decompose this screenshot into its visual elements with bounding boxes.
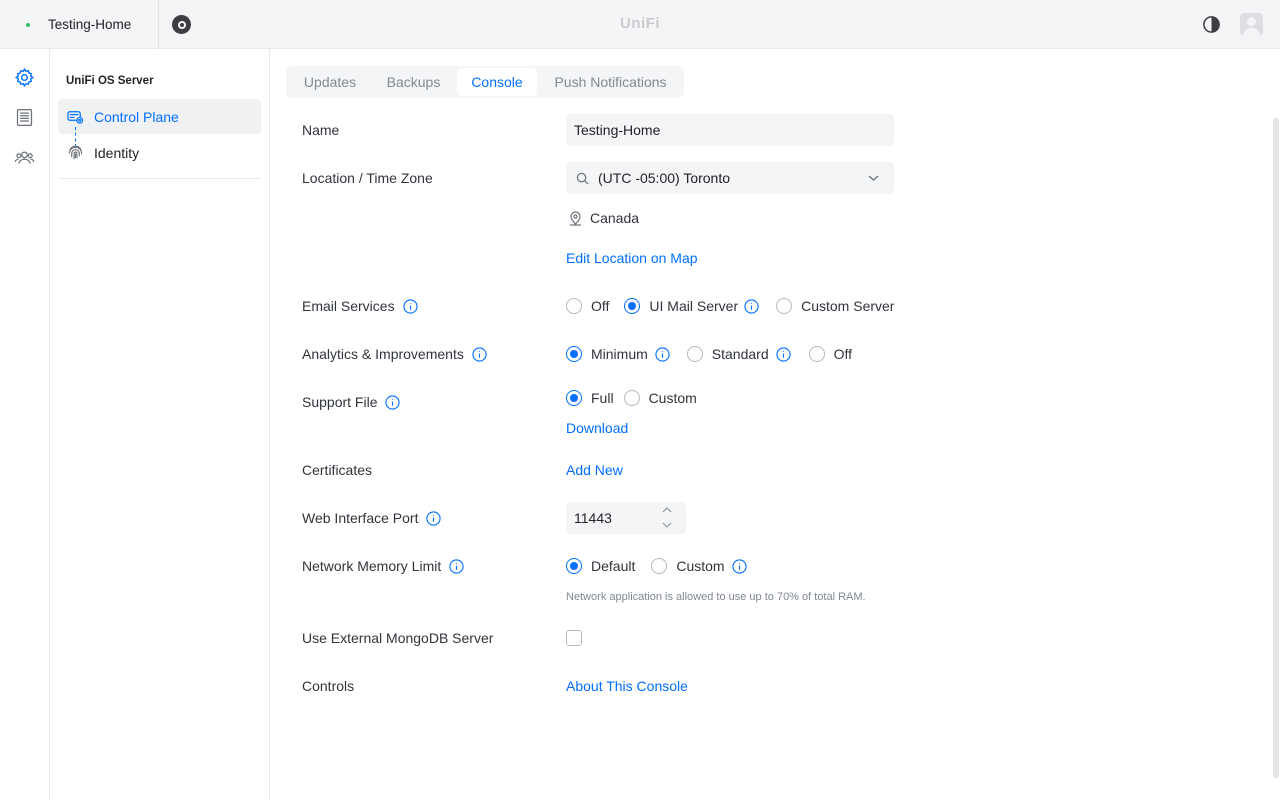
search-icon bbox=[576, 172, 589, 185]
name-value: Testing-Home bbox=[574, 122, 661, 138]
gear-icon[interactable] bbox=[14, 67, 35, 88]
info-icon[interactable] bbox=[449, 558, 464, 574]
radio-off[interactable] bbox=[808, 346, 825, 362]
radio-minimum[interactable] bbox=[566, 346, 582, 362]
support-file-options: Full Custom bbox=[566, 388, 697, 408]
control-plane-icon bbox=[67, 111, 84, 124]
add-new-certificate-link[interactable]: Add New bbox=[566, 462, 623, 478]
chevron-down-icon bbox=[868, 175, 879, 181]
info-icon[interactable] bbox=[731, 558, 747, 574]
analytics-label: Analytics & Improvements bbox=[302, 344, 487, 364]
radio-off[interactable] bbox=[566, 298, 582, 314]
certificates-label: Certificates bbox=[302, 462, 373, 478]
memory-limit-options: Default Custom bbox=[566, 556, 747, 576]
info-icon[interactable] bbox=[775, 346, 791, 362]
console-name: Testing-Home bbox=[48, 17, 132, 32]
memory-limit-note: Network application is allowed to use up… bbox=[566, 591, 866, 603]
info-icon[interactable] bbox=[385, 394, 401, 410]
name-field[interactable]: Testing-Home bbox=[566, 114, 894, 146]
country-text: Canada bbox=[590, 210, 640, 226]
location-pin-icon bbox=[570, 211, 581, 226]
info-icon[interactable] bbox=[655, 346, 670, 362]
radio-label: UI Mail Server bbox=[649, 298, 739, 314]
app-rail bbox=[0, 49, 50, 800]
timezone-select[interactable]: (UTC -05:00) Toronto bbox=[566, 162, 894, 194]
web-port-value: 11443 bbox=[574, 510, 612, 526]
sidebar-title: UniFi OS Server bbox=[66, 75, 154, 87]
radio-full[interactable] bbox=[566, 390, 582, 406]
settings-sidebar: UniFi OS Server Control Plane Identity bbox=[50, 49, 270, 800]
download-link[interactable]: Download bbox=[566, 420, 628, 436]
chevron-down-icon[interactable] bbox=[662, 522, 672, 528]
radio-label: Minimum bbox=[591, 346, 648, 362]
tab-push-notifications[interactable]: Push Notifications bbox=[539, 68, 682, 96]
sidebar-item-control-plane[interactable]: Control Plane bbox=[58, 99, 261, 134]
sidebar-item-label: Control Plane bbox=[94, 108, 179, 125]
scrollbar[interactable] bbox=[1271, 118, 1280, 778]
edit-location-link[interactable]: Edit Location on Map bbox=[566, 250, 698, 266]
theme-toggle-icon[interactable] bbox=[1202, 15, 1221, 34]
email-services-label: Email Services bbox=[302, 296, 418, 316]
unifi-logo: UniFi bbox=[620, 15, 660, 32]
tab-backups[interactable]: Backups bbox=[372, 68, 455, 96]
radio-label: Custom bbox=[676, 558, 725, 574]
info-icon[interactable] bbox=[426, 510, 442, 526]
record-icon[interactable] bbox=[172, 15, 191, 34]
info-icon[interactable] bbox=[472, 346, 487, 362]
user-avatar[interactable] bbox=[1240, 13, 1263, 36]
radio-default[interactable] bbox=[566, 558, 582, 574]
info-icon[interactable] bbox=[402, 298, 418, 314]
radio-ui-mail-server[interactable] bbox=[624, 298, 641, 314]
sidebar-divider bbox=[58, 178, 261, 179]
email-services-options: Off UI Mail Server Custom Server bbox=[566, 296, 894, 316]
web-port-stepper[interactable]: 11443 bbox=[566, 502, 686, 534]
name-label: Name bbox=[302, 122, 340, 138]
tab-updates[interactable]: Updates bbox=[288, 68, 372, 96]
online-status-dot bbox=[26, 22, 30, 27]
radio-custom[interactable] bbox=[651, 558, 668, 574]
fingerprint-icon bbox=[68, 145, 83, 160]
location-label: Location / Time Zone bbox=[302, 170, 433, 186]
radio-custom[interactable] bbox=[623, 390, 640, 406]
memory-limit-label: Network Memory Limit bbox=[302, 556, 464, 576]
support-file-label: Support File bbox=[302, 392, 401, 412]
radio-label: Off bbox=[833, 346, 853, 362]
analytics-options: Minimum Standard Off bbox=[566, 344, 852, 364]
about-console-link[interactable]: About This Console bbox=[566, 678, 688, 694]
users-icon[interactable] bbox=[14, 147, 35, 168]
timezone-value: (UTC -05:00) Toronto bbox=[598, 170, 731, 186]
info-icon[interactable] bbox=[744, 298, 759, 314]
mongodb-label: Use External MongoDB Server bbox=[302, 630, 494, 646]
radio-label: Custom Server bbox=[801, 298, 895, 314]
sidebar-item-label: Identity bbox=[94, 144, 140, 161]
mongodb-checkbox[interactable] bbox=[566, 630, 582, 646]
console-selector[interactable]: Testing-Home bbox=[0, 0, 159, 49]
radio-label: Standard bbox=[711, 346, 769, 362]
controls-label: Controls bbox=[302, 678, 355, 694]
radio-label: Off bbox=[591, 298, 610, 314]
chevron-up-icon[interactable] bbox=[662, 507, 672, 513]
web-port-label: Web Interface Port bbox=[302, 508, 442, 528]
list-icon[interactable] bbox=[14, 107, 35, 128]
sidebar-item-identity[interactable]: Identity bbox=[58, 135, 261, 170]
radio-label: Full bbox=[591, 390, 614, 406]
settings-tabs: Updates Backups Console Push Notificatio… bbox=[286, 66, 684, 98]
top-bar: Testing-Home UniFi bbox=[0, 0, 1280, 49]
radio-label: Custom bbox=[648, 390, 697, 406]
radio-label: Default bbox=[591, 558, 636, 574]
radio-standard[interactable] bbox=[686, 346, 703, 362]
radio-custom-server[interactable] bbox=[776, 298, 793, 314]
tab-console[interactable]: Console bbox=[457, 68, 537, 96]
